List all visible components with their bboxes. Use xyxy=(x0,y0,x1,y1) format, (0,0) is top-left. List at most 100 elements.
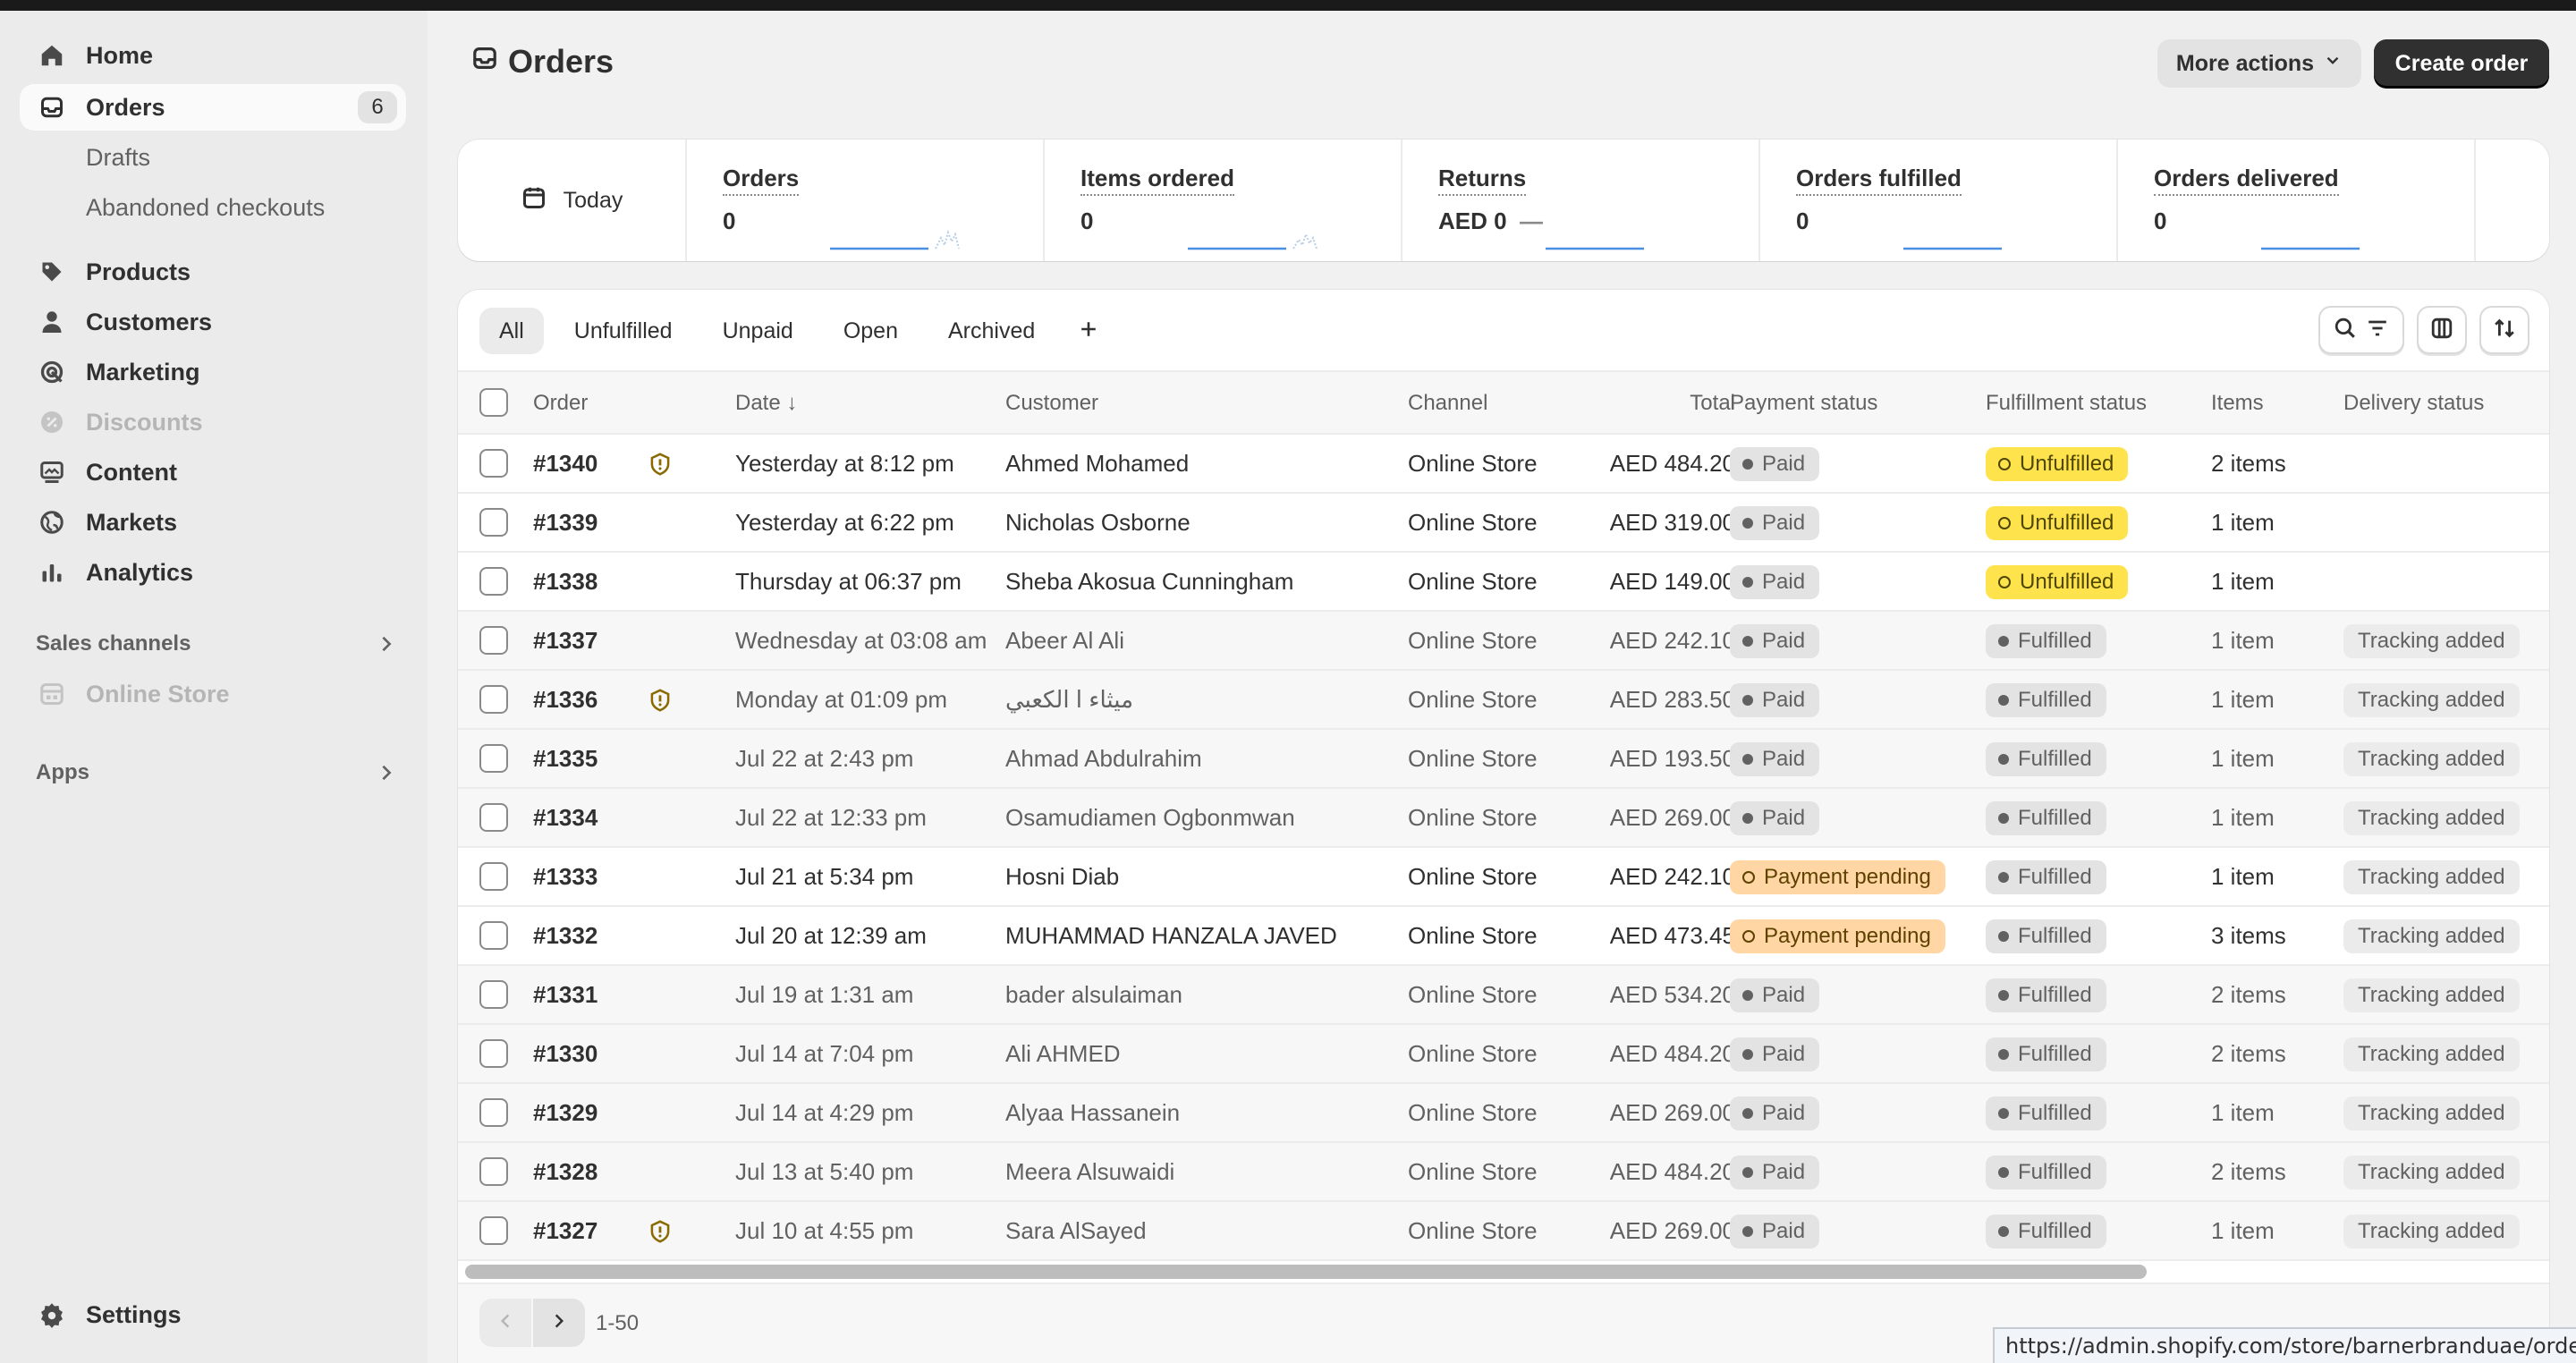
sidebar-item-home[interactable]: Home xyxy=(20,32,406,79)
order-number[interactable]: #1329 xyxy=(533,1084,597,1141)
next-page-button[interactable] xyxy=(533,1299,585,1347)
metric-label: Orders delivered xyxy=(2154,165,2339,196)
row-checkbox[interactable] xyxy=(479,1098,508,1127)
table-row[interactable]: #1338 Thursday at 06:37 pm Sheba Akosua Cu… xyxy=(458,553,2549,612)
sidebar-item-marketing[interactable]: Marketing xyxy=(20,349,406,395)
order-number[interactable]: #1334 xyxy=(533,789,597,846)
order-number[interactable]: #1333 xyxy=(533,848,597,905)
payment-status-text: Paid xyxy=(1762,452,1806,476)
order-number[interactable]: #1340 xyxy=(533,435,597,492)
sidebar-item-customers[interactable]: Customers xyxy=(20,299,406,345)
row-checkbox[interactable] xyxy=(479,1039,508,1068)
sidebar-item-markets[interactable]: Markets xyxy=(20,499,406,546)
sidebar-item-online-store[interactable]: Online Store xyxy=(20,671,406,717)
row-checkbox[interactable] xyxy=(479,508,508,537)
tab-all[interactable]: All xyxy=(479,308,544,354)
table-row[interactable]: #1333 Jul 21 at 5:34 pm Hosni Diab Online S… xyxy=(458,848,2549,907)
table-row[interactable]: #1336 Monday at 01:09 pm ميثاء ا الكعبي Onl… xyxy=(458,671,2549,730)
risk-shield-icon xyxy=(648,687,673,720)
column-header-payment-status[interactable]: Payment status xyxy=(1730,372,1877,435)
previous-page-button[interactable] xyxy=(479,1299,531,1347)
column-header-channel[interactable]: Channel xyxy=(1408,372,1487,435)
status-dot-icon xyxy=(1742,1167,1753,1178)
order-number[interactable]: #1339 xyxy=(533,494,597,551)
item-count: 2 items xyxy=(2211,981,2286,1008)
table-row[interactable]: #1329 Jul 14 at 4:29 pm Alyaa Hassanein Onl… xyxy=(458,1084,2549,1143)
table-row[interactable]: #1328 Jul 13 at 5:40 pm Meera Alsuwaidi Onl… xyxy=(458,1143,2549,1202)
add-view-button[interactable] xyxy=(1065,308,1112,354)
row-checkbox[interactable] xyxy=(479,567,508,596)
more-actions-button[interactable]: More actions xyxy=(2157,39,2361,88)
sidebar-item-discounts[interactable]: Discounts xyxy=(20,399,406,445)
order-number[interactable]: #1332 xyxy=(533,907,597,964)
metric-orders-delivered[interactable]: Orders delivered 0 xyxy=(2118,140,2476,261)
status-ring-icon xyxy=(1998,576,2011,588)
column-header-items[interactable]: Items xyxy=(2211,372,2264,435)
row-checkbox[interactable] xyxy=(479,862,508,891)
tab-unpaid[interactable]: Unpaid xyxy=(703,308,813,354)
column-header-order[interactable]: Order xyxy=(533,372,588,435)
apps-header[interactable]: Apps xyxy=(36,755,406,791)
view-tabs: All Unfulfilled Unpaid Open Archived xyxy=(479,308,1112,354)
order-number[interactable]: #1337 xyxy=(533,612,597,669)
sidebar-item-products[interactable]: Products xyxy=(20,249,406,295)
orders-table-card: All Unfulfilled Unpaid Open Archived Ord… xyxy=(458,290,2549,1363)
item-count: 1 item xyxy=(2211,627,2275,654)
payment-status-text: Payment pending xyxy=(1764,865,1931,889)
create-order-button[interactable]: Create order xyxy=(2374,39,2549,88)
tab-archived[interactable]: Archived xyxy=(928,308,1055,354)
row-checkbox[interactable] xyxy=(479,1216,508,1245)
row-checkbox[interactable] xyxy=(479,626,508,655)
sidebar-item-analytics[interactable]: Analytics xyxy=(20,549,406,596)
select-all-checkbox[interactable] xyxy=(479,388,508,417)
status-bar-url: https://admin.shopify.com/store/barnerbr… xyxy=(1993,1327,2576,1363)
horizontal-scrollbar[interactable] xyxy=(465,1265,2147,1279)
sales-channels-header[interactable]: Sales channels xyxy=(36,626,406,662)
row-checkbox[interactable] xyxy=(479,449,508,478)
table-row[interactable]: #1327 Jul 10 at 4:55 pm Sara AlSayed Online… xyxy=(458,1202,2549,1261)
order-number[interactable]: #1327 xyxy=(533,1202,597,1259)
row-checkbox[interactable] xyxy=(479,980,508,1009)
metric-orders-fulfilled[interactable]: Orders fulfilled 0 xyxy=(1760,140,2118,261)
sidebar-item-abandoned-checkouts[interactable]: Abandoned checkouts xyxy=(20,184,406,231)
item-count: 1 item xyxy=(2211,686,2275,713)
sidebar-item-content[interactable]: Content xyxy=(20,449,406,495)
table-row[interactable]: #1332 Jul 20 at 12:39 am MUHAMMAD HANZALA … xyxy=(458,907,2549,966)
row-checkbox[interactable] xyxy=(479,685,508,714)
column-header-date[interactable]: Date ↓ xyxy=(735,372,797,435)
metric-returns[interactable]: Returns AED 0 — xyxy=(1402,140,1760,261)
table-row[interactable]: #1334 Jul 22 at 12:33 pm Osamudiamen Ogbon… xyxy=(458,789,2549,848)
order-number[interactable]: #1328 xyxy=(533,1143,597,1200)
column-header-customer[interactable]: Customer xyxy=(1005,372,1098,435)
tab-open[interactable]: Open xyxy=(824,308,918,354)
sidebar-item-settings[interactable]: Settings xyxy=(20,1291,406,1338)
sidebar-item-drafts[interactable]: Drafts xyxy=(20,134,406,181)
table-row[interactable]: #1330 Jul 14 at 7:04 pm Ali AHMED Online St… xyxy=(458,1025,2549,1084)
row-checkbox[interactable] xyxy=(479,1157,508,1186)
table-row[interactable]: #1331 Jul 19 at 1:31 am bader alsulaiman On… xyxy=(458,966,2549,1025)
order-number[interactable]: #1331 xyxy=(533,966,597,1023)
date-range-picker[interactable]: Today xyxy=(458,140,687,261)
search-filter-button[interactable] xyxy=(2318,306,2404,354)
column-header-total[interactable]: Total xyxy=(1628,372,1735,435)
order-number[interactable]: #1336 xyxy=(533,671,597,728)
column-header-fulfillment-status[interactable]: Fulfillment status xyxy=(1986,372,2147,435)
table-row[interactable]: #1335 Jul 22 at 2:43 pm Ahmad Abdulrahim On… xyxy=(458,730,2549,789)
columns-button[interactable] xyxy=(2417,306,2467,354)
table-row[interactable]: #1337 Wednesday at 03:08 am Abeer Al Ali On… xyxy=(458,612,2549,671)
sidebar-item-orders[interactable]: Orders 6 xyxy=(20,84,406,131)
row-checkbox[interactable] xyxy=(479,744,508,773)
metric-items-ordered[interactable]: Items ordered 0 xyxy=(1045,140,1402,261)
metric-orders[interactable]: Orders 0 xyxy=(687,140,1045,261)
order-number[interactable]: #1330 xyxy=(533,1025,597,1082)
tab-unfulfilled[interactable]: Unfulfilled xyxy=(555,308,692,354)
sort-button[interactable] xyxy=(2479,306,2529,354)
column-header-delivery-status[interactable]: Delivery status xyxy=(2343,372,2484,435)
row-checkbox[interactable] xyxy=(479,921,508,950)
table-row[interactable]: #1340 Yesterday at 8:12 pm Ahmed Mohamed On… xyxy=(458,435,2549,494)
row-checkbox[interactable] xyxy=(479,803,508,832)
order-number[interactable]: #1338 xyxy=(533,553,597,610)
payment-status-text: Paid xyxy=(1762,983,1806,1007)
table-row[interactable]: #1339 Yesterday at 6:22 pm Nicholas Osborn… xyxy=(458,494,2549,553)
order-number[interactable]: #1335 xyxy=(533,730,597,787)
